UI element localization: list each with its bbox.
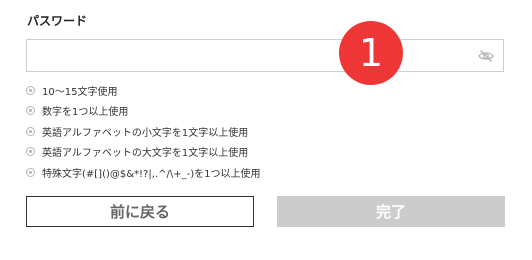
requirement-text: 10～15文字使用 xyxy=(42,86,118,98)
requirement-text: 英語アルファベットの小文字を1文字以上使用 xyxy=(42,127,249,139)
requirement-text: 特殊文字(#[]()@$&*!?|,.^/\+_-)を1つ以上使用 xyxy=(42,168,261,180)
requirement-text: 数字を1つ以上使用 xyxy=(42,107,129,119)
back-button[interactable]: 前に戻る xyxy=(26,196,254,227)
requirement-text: 英語アルファベットの大文字を1文字以上使用 xyxy=(42,148,249,160)
password-requirements-list: 10～15文字使用 数字を1つ以上使用 英語アルファベットの小文字を1文字以上使… xyxy=(26,80,260,183)
password-label: パスワード xyxy=(27,14,88,28)
finish-button[interactable]: 完了 xyxy=(277,196,505,227)
requirement-item: 10～15文字使用 xyxy=(26,80,260,101)
requirement-item: 特殊文字(#[]()@$&*!?|,.^/\+_-)を1つ以上使用 xyxy=(26,162,260,183)
radio-dot-icon xyxy=(26,167,35,177)
radio-dot-icon xyxy=(26,106,35,116)
radio-dot-icon xyxy=(26,147,35,157)
password-field-container xyxy=(26,39,504,72)
requirement-item: 英語アルファベットの大文字を1文字以上使用 xyxy=(26,142,260,163)
requirement-item: 数字を1つ以上使用 xyxy=(26,101,260,122)
radio-dot-icon xyxy=(26,126,35,136)
step-number-badge: 1 xyxy=(339,21,403,85)
eye-slash-icon-graphic xyxy=(478,50,494,62)
requirement-item: 英語アルファベットの小文字を1文字以上使用 xyxy=(26,121,260,142)
eye-slash-icon[interactable] xyxy=(477,47,495,65)
radio-dot-icon xyxy=(26,85,35,95)
